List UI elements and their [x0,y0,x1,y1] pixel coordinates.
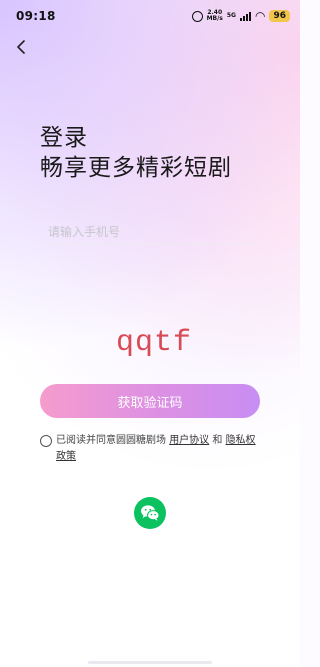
status-bar: 09:18 2.40 MB/s 5G ◠ 96 [0,0,300,32]
user-agreement-link[interactable]: 用户协议 [169,435,209,446]
wifi-icon: ◠ [254,9,266,23]
chevron-left-icon [17,40,25,54]
phone-input[interactable] [48,220,256,244]
status-time: 09:18 [16,9,56,23]
signal-icon [239,11,251,21]
page-subtitle: 畅享更多精彩短剧 [40,155,232,181]
get-code-button[interactable]: 获取验证码 [40,384,260,418]
agreement-and: 和 [212,435,223,446]
home-indicator[interactable] [88,661,212,664]
net-speed-unit: MB/s [206,15,223,22]
wechat-login-button[interactable] [134,497,166,529]
battery-level: 96 [269,10,290,22]
network-type: 5G [226,12,236,19]
net-speed: 2.40 MB/s [207,10,223,22]
status-icons: 2.40 MB/s 5G ◠ 96 [191,9,290,23]
captcha-image[interactable]: qqtf [116,326,192,360]
agreement-checkbox[interactable] [40,435,52,447]
page-title: 登录 [40,125,88,151]
agreement-prefix: 已阅读并同意圆圆糖剧场 [56,435,166,446]
wechat-icon [141,505,160,521]
alarm-icon [191,10,203,22]
agreement-text: 已阅读并同意圆圆糖剧场 用户协议 和 隐私权政策 [56,433,260,465]
agreement: 已阅读并同意圆圆糖剧场 用户协议 和 隐私权政策 [40,433,260,465]
back-button[interactable] [10,36,32,58]
